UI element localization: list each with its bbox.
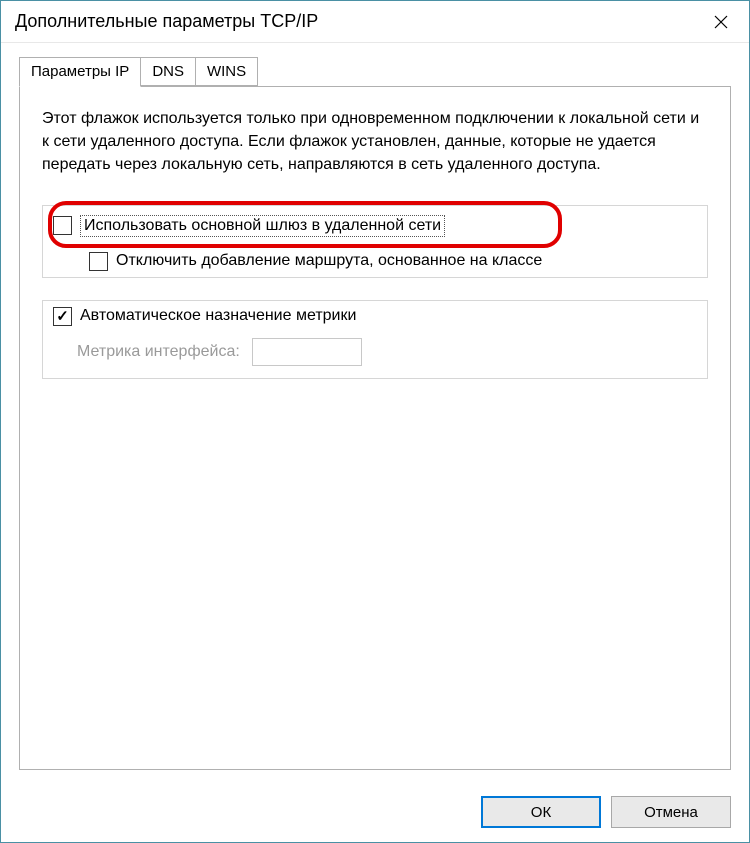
gateway-group: Использовать основной шлюз в удаленной с… — [42, 205, 708, 278]
checkbox-label-class-route: Отключить добавление маршрута, основанно… — [116, 252, 542, 270]
ok-button[interactable]: ОК — [481, 796, 601, 828]
tab-wins[interactable]: WINS — [195, 57, 258, 86]
checkbox-row-auto-metric: Автоматическое назначение метрики — [43, 301, 707, 332]
description-text: Этот флажок используется только при одно… — [42, 107, 708, 177]
checkbox-class-route[interactable] — [89, 252, 108, 271]
checkbox-row-class-route: Отключить добавление маршрута, основанно… — [43, 246, 707, 277]
checkbox-row-default-gateway: Использовать основной шлюз в удаленной с… — [43, 206, 707, 246]
checkbox-label-default-gateway: Использовать основной шлюз в удаленной с… — [84, 217, 441, 234]
checkbox-label-auto-metric: Автоматическое назначение метрики — [80, 307, 356, 325]
metric-row: Метрика интерфейса: — [43, 332, 707, 378]
dialog-window: Дополнительные параметры TCP/IP Параметр… — [0, 0, 750, 843]
content-area: Параметры IP DNS WINS Этот флажок исполь… — [1, 43, 749, 784]
checkbox-auto-metric[interactable] — [53, 307, 72, 326]
tab-strip: Параметры IP DNS WINS — [19, 57, 731, 86]
close-button[interactable] — [693, 1, 749, 43]
tab-ip-settings[interactable]: Параметры IP — [19, 57, 141, 87]
tab-label: Параметры IP — [31, 63, 129, 80]
window-title: Дополнительные параметры TCP/IP — [15, 11, 318, 32]
checkbox-default-gateway[interactable] — [53, 216, 72, 235]
tab-label: WINS — [207, 63, 246, 80]
close-icon — [714, 15, 728, 29]
tab-dns[interactable]: DNS — [140, 57, 196, 86]
tab-panel: Этот флажок используется только при одно… — [19, 86, 731, 770]
cancel-button[interactable]: Отмена — [611, 796, 731, 828]
tab-label: DNS — [152, 63, 184, 80]
metric-input[interactable] — [252, 338, 362, 366]
button-bar: ОК Отмена — [1, 784, 749, 842]
metric-group: Автоматическое назначение метрики Метрик… — [42, 300, 708, 379]
focus-rect: Использовать основной шлюз в удаленной с… — [80, 215, 445, 237]
titlebar: Дополнительные параметры TCP/IP — [1, 1, 749, 43]
metric-label: Метрика интерфейса: — [77, 343, 240, 361]
